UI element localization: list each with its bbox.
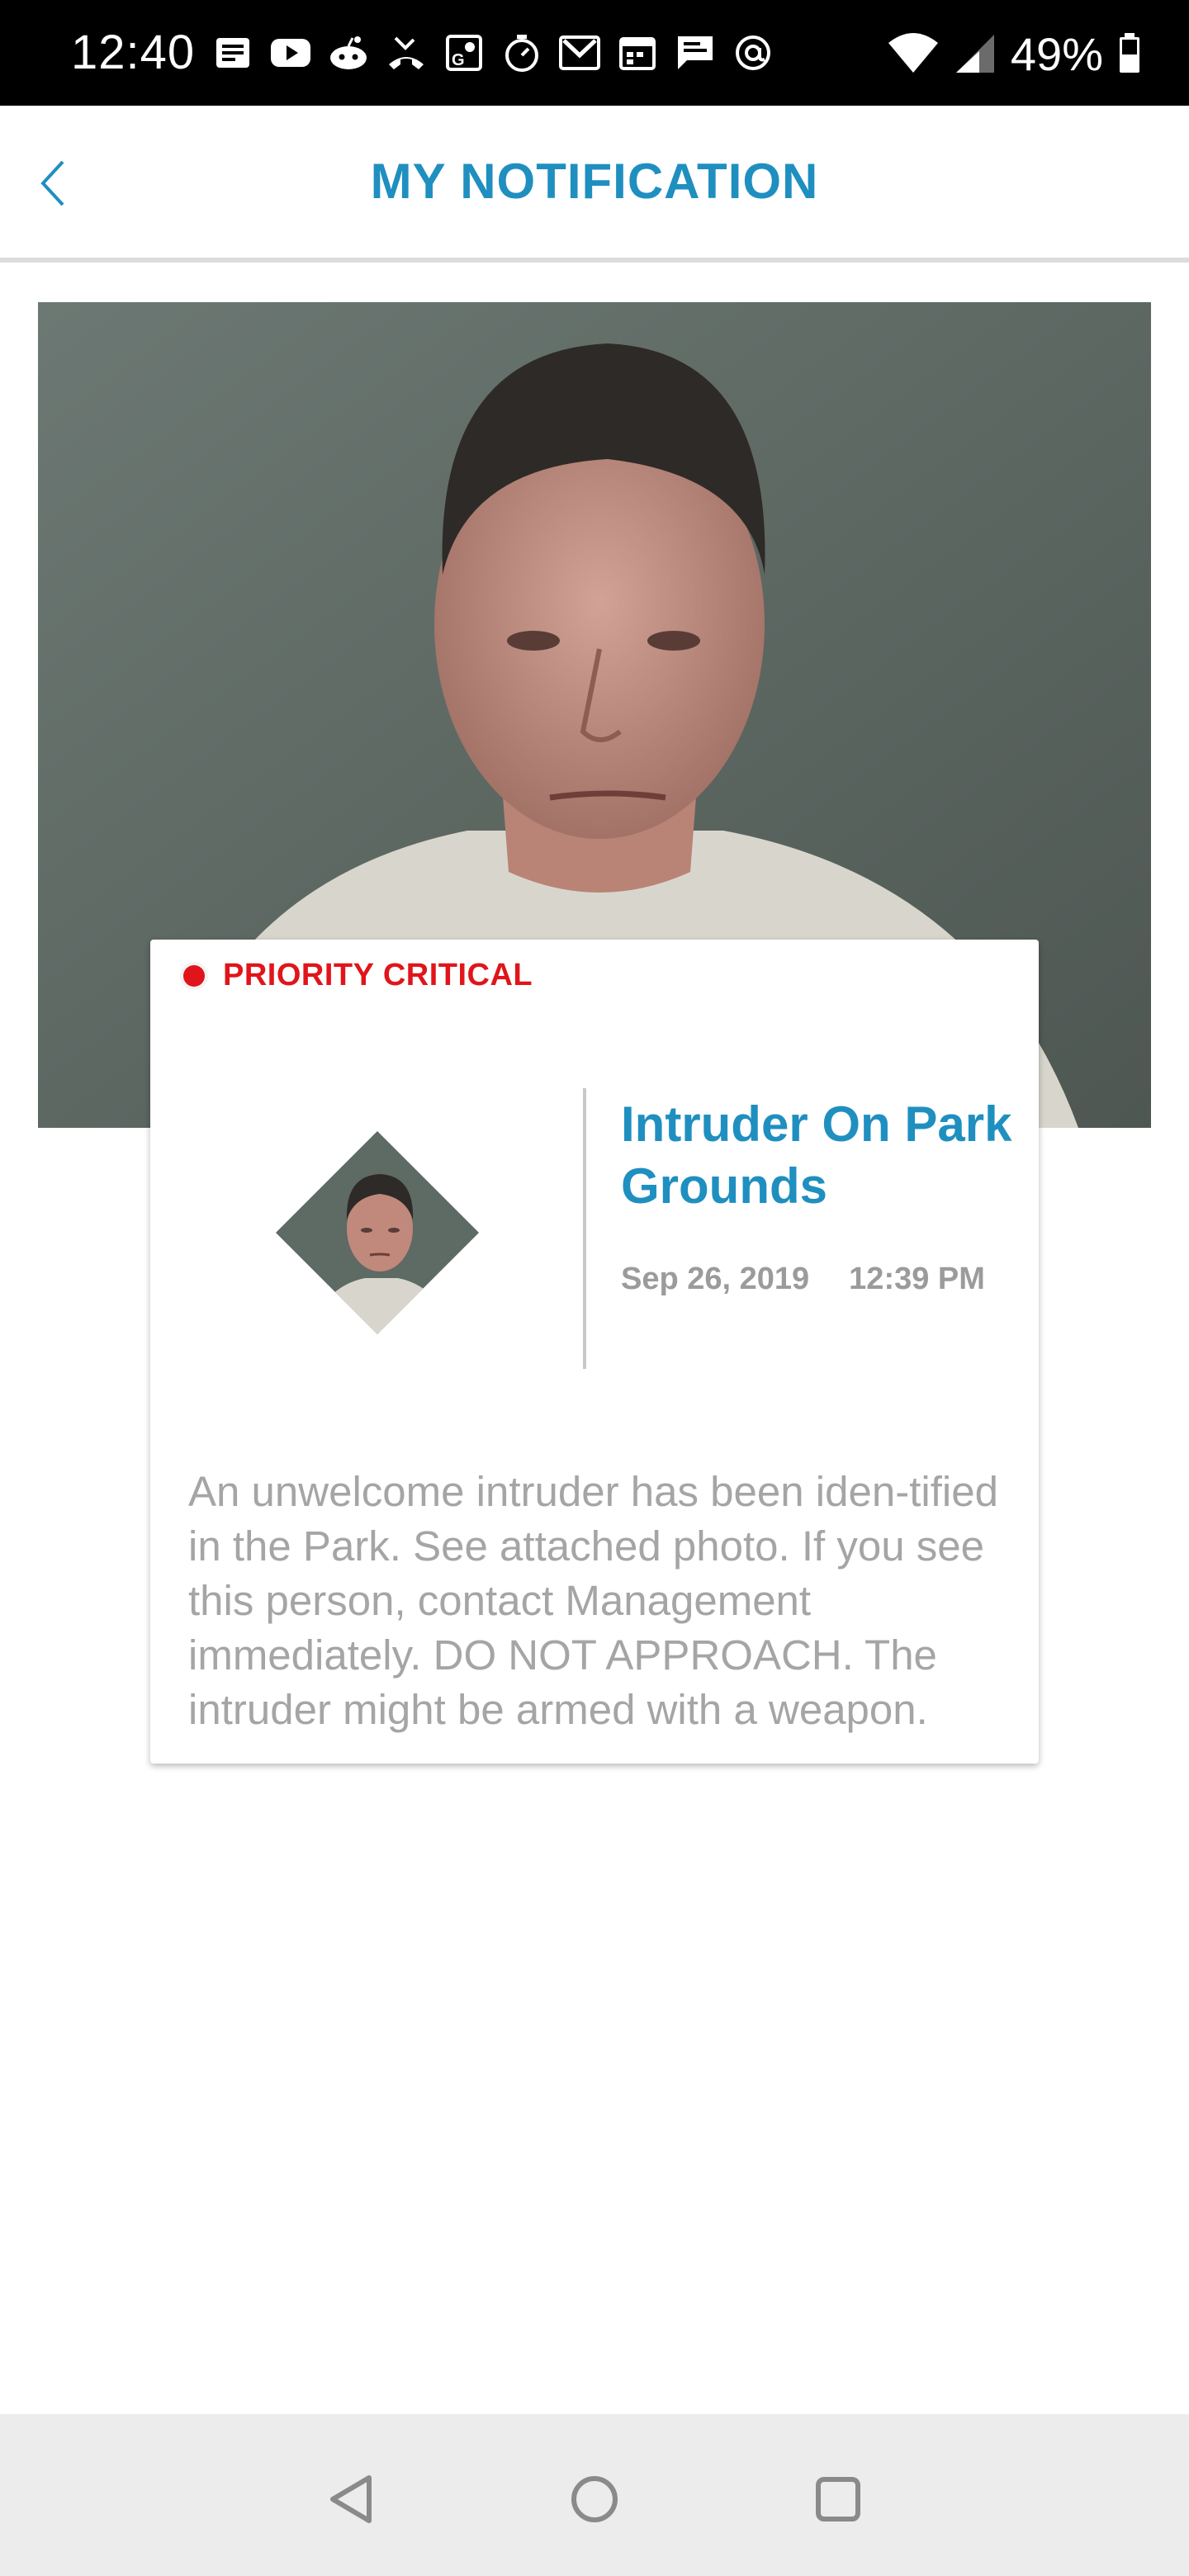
page-title: MY NOTIFICATION: [370, 154, 819, 209]
calendar-icon: [616, 31, 659, 74]
notification-body: An unwelcome intruder has been iden-tifi…: [188, 1468, 998, 1733]
nav-recents-button[interactable]: [801, 2462, 875, 2536]
battery-icon: [1118, 31, 1141, 78]
home-circle-icon: [571, 2476, 618, 2522]
status-right: 49%: [887, 25, 1141, 84]
notification-icons: G: [211, 28, 775, 78]
system-nav-bar: [0, 2414, 1189, 2576]
nav-home-button[interactable]: [557, 2462, 632, 2536]
status-bar: 12:40 G 49%: [0, 0, 1189, 106]
nav-back-button[interactable]: [314, 2462, 388, 2536]
reddit-icon: [327, 31, 370, 74]
svg-text:G: G: [452, 51, 465, 69]
cell-signal-icon: [955, 31, 996, 78]
notification-title: Intruder On Park Grounds: [621, 1096, 1012, 1214]
card-divider: [583, 1088, 586, 1369]
app-header: MY NOTIFICATION: [0, 106, 1189, 263]
priority-indicator: PRIORITY CRITICAL: [183, 958, 533, 993]
timer-icon: [500, 31, 543, 74]
recents-square-icon: [816, 2477, 860, 2522]
maps-icon: G: [443, 31, 486, 74]
intruder-thumbnail[interactable]: [274, 1129, 481, 1336]
notification-time: 12:39 PM: [849, 1262, 985, 1296]
wifi-icon: [887, 31, 940, 78]
battery-percent: 49%: [1010, 28, 1103, 80]
at-sign-icon: [732, 31, 775, 74]
chat-icon: [674, 31, 717, 74]
back-triangle-icon: [330, 2475, 372, 2523]
notification-date: Sep 26, 2019: [621, 1262, 810, 1296]
intruder-thumbnail-image: [276, 1131, 479, 1334]
status-time: 12:40: [71, 26, 196, 79]
gmail-icon: [558, 31, 601, 74]
notification-meta: Sep 26, 2019 12:39 PM: [621, 1262, 985, 1297]
priority-dot-icon: [183, 964, 205, 987]
youtube-icon: [269, 31, 312, 74]
priority-label: PRIORITY CRITICAL: [223, 958, 533, 992]
notification-card: PRIORITY CRITICAL Intruder On Park Groun…: [150, 940, 1039, 1764]
news-icon: [211, 31, 254, 74]
missed-call-icon: [385, 31, 428, 74]
